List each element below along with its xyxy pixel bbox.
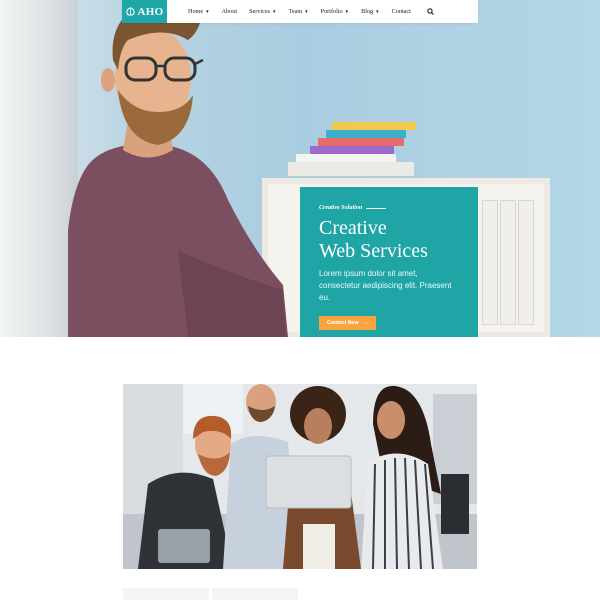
binder: [518, 200, 534, 325]
brand-name: AHO: [137, 5, 164, 18]
book-stack: [288, 122, 416, 176]
nav-item-team[interactable]: Team ▼: [283, 8, 315, 15]
card-preview: [212, 588, 298, 600]
nav-item-label: Services: [249, 8, 271, 15]
search-button[interactable]: [421, 8, 440, 15]
caret-down-icon: ▼: [375, 9, 380, 14]
brand-logo[interactable]: AHO: [122, 0, 167, 23]
nav-item-label: Home: [188, 8, 204, 15]
caret-down-icon: ▼: [304, 9, 309, 14]
binder: [482, 200, 498, 325]
team-with-laptop-photo: [123, 384, 477, 569]
hero-description: Lorem ipsum dolor sit amet, consectetur …: [319, 269, 452, 302]
nav-item-contact[interactable]: Contact: [386, 8, 417, 15]
contact-now-button[interactable]: Contact Now →: [319, 316, 376, 330]
nav-item-label: Team: [288, 8, 303, 15]
nav-item-services[interactable]: Services ▼: [243, 8, 282, 15]
nav-item-home[interactable]: Home ▼: [182, 8, 216, 15]
main-navbar: AHO Home ▼ About Services ▼ Team ▼ Portf…: [122, 0, 478, 23]
nav-item-label: About: [221, 8, 238, 15]
hero-eyebrow-text: Creative Solution: [319, 205, 363, 211]
contact-now-label: Contact Now: [327, 320, 359, 326]
nav-menu: Home ▼ About Services ▼ Team ▼ Portfolio…: [182, 8, 440, 15]
hero-section: Creative Solution Creative Web Services …: [0, 0, 600, 337]
eyebrow-divider: [366, 207, 387, 209]
hero-headline-line1: Creative: [319, 217, 387, 239]
man-with-glasses-photo: [68, 0, 288, 337]
nav-item-label: Portfolio: [320, 8, 343, 15]
card-preview: [123, 588, 209, 600]
leaf-logo-icon: [125, 7, 135, 16]
caret-down-icon: ▼: [272, 9, 277, 14]
hero-eyebrow: Creative Solution: [319, 205, 460, 211]
nav-item-portfolio[interactable]: Portfolio ▼: [315, 8, 355, 15]
nav-item-about[interactable]: About: [216, 8, 243, 15]
nav-item-blog[interactable]: Blog ▼: [355, 8, 386, 15]
hero-headline-line2: Web Services: [319, 240, 428, 262]
hero-headline: Creative Web Services: [319, 217, 460, 263]
nav-item-label: Contact: [391, 8, 411, 15]
hero-wall: [0, 0, 78, 337]
caret-down-icon: ▼: [344, 9, 350, 14]
caret-down-icon: ▼: [205, 9, 210, 14]
binder: [500, 200, 516, 325]
arrow-right-icon: →: [362, 320, 368, 326]
search-icon: [427, 8, 434, 15]
nav-item-label: Blog: [361, 8, 374, 15]
hero-card: Creative Solution Creative Web Services …: [300, 187, 478, 337]
